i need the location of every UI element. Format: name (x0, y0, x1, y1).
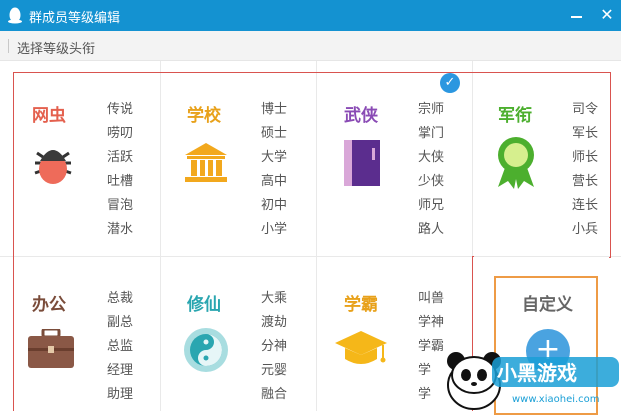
level-item: 总监 (107, 339, 134, 354)
category-name: 学校 (187, 106, 221, 126)
level-list: 司令 军长 师长 营长 连长 小兵 (572, 102, 598, 246)
level-item: 唠叨 (107, 126, 134, 141)
bug-icon (34, 150, 72, 184)
watermark-title: 小黑游戏 (497, 361, 577, 385)
category-card-xuexiao[interactable]: 学校 博士 硕士 大学 高中 初中 小学 (161, 73, 316, 256)
level-item: 学神 (418, 315, 445, 330)
window-title: 群成员等级编辑 (29, 11, 121, 26)
level-item: 小学 (261, 222, 288, 237)
level-item: 助理 (107, 387, 134, 402)
yin-yang-icon (184, 328, 228, 372)
level-list: 传说 唠叨 活跃 吐槽 冒泡 潜水 (107, 102, 133, 246)
category-card-wuxia[interactable]: 武侠 宗师 掌门 大侠 少侠 师兄 路人 ✓ (317, 73, 472, 256)
category-card-bangong[interactable]: 办公 总裁 副总 总监 经理 助理 (14, 257, 160, 411)
graduation-cap-icon (335, 331, 387, 364)
level-item: 总裁 (107, 291, 134, 306)
level-item: 连长 (572, 198, 599, 213)
selected-check-icon: ✓ (440, 73, 460, 93)
level-item: 分神 (261, 339, 288, 354)
level-item: 元婴 (261, 363, 288, 378)
level-item: 渡劫 (261, 315, 288, 330)
school-building-icon (185, 143, 227, 182)
level-item: 军长 (572, 126, 599, 141)
category-name: 学霸 (344, 295, 378, 315)
level-item: 学 (418, 363, 432, 378)
category-grid: 网虫 传说 唠叨 活跃 吐槽 冒泡 潜水 学校 博士 硕士 大学 高中 初中 小… (0, 61, 621, 415)
level-item: 副总 (107, 315, 134, 330)
qq-penguin-icon (8, 7, 22, 24)
medal-icon (498, 137, 534, 189)
level-list: 叫兽 学神 学霸 学 学 (418, 291, 444, 411)
level-item: 师长 (572, 150, 599, 165)
level-item: 博士 (261, 102, 288, 117)
level-item: 潜水 (107, 222, 134, 237)
title-bar: 群成员等级编辑 ✕ (0, 0, 621, 31)
category-name: 办公 (32, 295, 66, 315)
subheader-bar: 选择等级头衔 (0, 31, 621, 61)
category-card-junxian[interactable]: 军衔 司令 军长 师长 营长 连长 小兵 (473, 73, 609, 256)
level-item: 掌门 (418, 126, 445, 141)
book-icon (344, 140, 380, 186)
category-name: 网虫 (32, 106, 66, 126)
level-item: 硕士 (261, 126, 288, 141)
level-item: 高中 (261, 174, 288, 189)
custom-label: 自定义 (522, 295, 573, 315)
minimize-button[interactable] (566, 4, 588, 26)
category-name: 军衔 (498, 106, 532, 126)
level-item: 活跃 (107, 150, 134, 165)
category-card-xiuxian[interactable]: 修仙 大乘 渡劫 分神 元婴 融合 (161, 257, 316, 411)
level-item: 叫兽 (418, 291, 445, 306)
level-item: 师兄 (418, 198, 445, 213)
level-list: 宗师 掌门 大侠 少侠 师兄 路人 (418, 102, 444, 246)
level-list: 大乘 渡劫 分神 元婴 融合 (261, 291, 287, 411)
level-item: 营长 (572, 174, 599, 189)
subtitle: 选择等级头衔 (17, 42, 96, 57)
level-item: 学霸 (418, 339, 445, 354)
briefcase-icon (28, 329, 74, 368)
level-item: 小兵 (572, 222, 599, 237)
level-item: 传说 (107, 102, 134, 117)
level-item: 大侠 (418, 150, 445, 165)
level-item: 融合 (261, 387, 288, 402)
level-item: 经理 (107, 363, 134, 378)
category-name: 修仙 (187, 295, 221, 315)
level-item: 吐槽 (107, 174, 134, 189)
level-item: 少侠 (418, 174, 445, 189)
level-item: 学 (418, 387, 432, 402)
level-item: 初中 (261, 198, 288, 213)
level-item: 路人 (418, 222, 445, 237)
level-item: 冒泡 (107, 198, 134, 213)
level-list: 总裁 副总 总监 经理 助理 (107, 291, 133, 411)
divider (8, 39, 9, 53)
level-item: 大乘 (261, 291, 288, 306)
category-card-wangchong[interactable]: 网虫 传说 唠叨 活跃 吐槽 冒泡 潜水 (14, 73, 160, 256)
level-item: 司令 (572, 102, 599, 117)
level-list: 博士 硕士 大学 高中 初中 小学 (261, 102, 287, 246)
category-name: 武侠 (344, 106, 378, 126)
level-item: 大学 (261, 150, 288, 165)
watermark-url: www.xiaohei.com (512, 394, 600, 405)
close-button[interactable]: ✕ (596, 4, 618, 26)
level-item: 宗师 (418, 102, 445, 117)
